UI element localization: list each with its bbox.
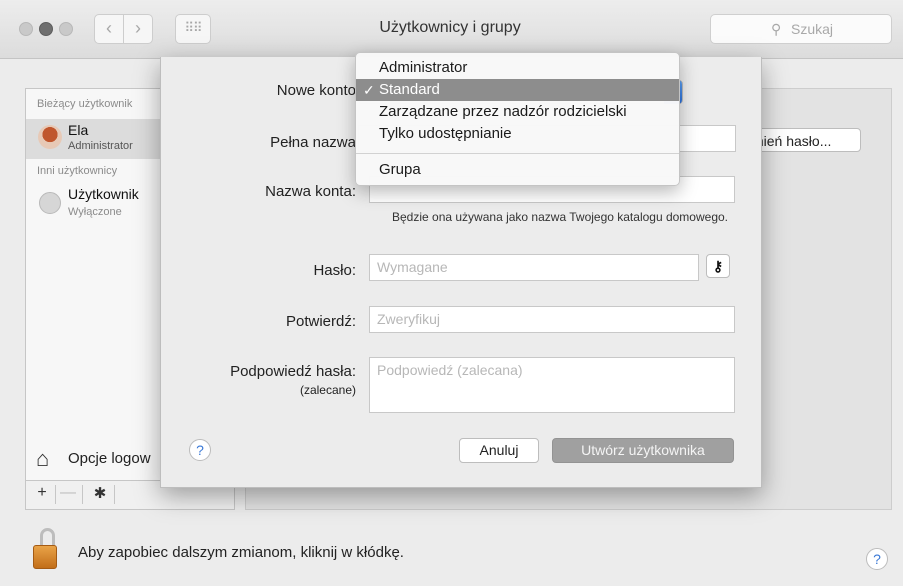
password-hint-sublabel: (zalecane) bbox=[299, 383, 356, 397]
user-role: Administrator bbox=[68, 140, 133, 152]
lock-body bbox=[33, 545, 57, 569]
menu-item-administrator[interactable]: Administrator bbox=[356, 57, 679, 79]
password-field[interactable]: Wymagane bbox=[369, 254, 699, 281]
account-type-menu: Administrator ✓ Standard Zarządzane prze… bbox=[355, 52, 680, 186]
password-placeholder: Wymagane bbox=[377, 259, 448, 275]
search-placeholder: Szukaj bbox=[791, 21, 834, 37]
verify-label: Potwierdź: bbox=[285, 313, 356, 330]
menu-item-label: Administrator bbox=[379, 59, 468, 76]
search-icon: ⚲ bbox=[771, 21, 782, 37]
search-input[interactable]: ⚲ Szukaj bbox=[710, 14, 892, 44]
password-hint-field[interactable]: Podpowiedź (zalecana) bbox=[369, 357, 735, 413]
menu-item-label: Zarządzane przez nadzór rodzicielski bbox=[379, 103, 627, 120]
password-hint-label: Podpowiedź hasła: bbox=[230, 363, 356, 380]
menu-item-label: Tylko udostępnianie bbox=[379, 125, 512, 142]
back-button[interactable]: ‹ bbox=[94, 14, 124, 44]
chevron-left-icon: ‹ bbox=[106, 18, 112, 38]
menu-item-label: Grupa bbox=[379, 161, 421, 178]
window-title: Użytkownicy i grupy bbox=[379, 19, 521, 36]
minimize-window-button[interactable] bbox=[39, 22, 53, 36]
user-silhouette-icon bbox=[39, 192, 61, 214]
verify-placeholder: Zweryfikuj bbox=[377, 311, 441, 327]
new-account-label: Nowe konto bbox=[276, 82, 356, 99]
help-button[interactable]: ? bbox=[866, 548, 888, 570]
menu-item-parental-controls[interactable]: Zarządzane przez nadzór rodzicielski bbox=[356, 101, 679, 123]
grid-icon: ⠿⠿ bbox=[184, 20, 202, 35]
zoom-window-button[interactable] bbox=[59, 22, 73, 36]
password-hint-placeholder: Podpowiedź (zalecana) bbox=[377, 362, 523, 378]
chevron-right-icon: › bbox=[135, 18, 141, 38]
close-window-button[interactable] bbox=[19, 22, 33, 36]
user-name: Ela bbox=[68, 122, 89, 138]
lock-message: Aby zapobiec dalszym zmianom, kliknij w … bbox=[78, 544, 404, 561]
divider bbox=[82, 485, 83, 504]
full-name-label: Pełna nazwa bbox=[270, 134, 356, 151]
cancel-button[interactable]: Anuluj bbox=[459, 438, 539, 463]
user-status: Wyłączone bbox=[68, 206, 122, 218]
account-name-label: Nazwa konta: bbox=[265, 183, 356, 200]
login-options-label: Opcje logow bbox=[68, 450, 151, 467]
menu-item-label: Standard bbox=[379, 81, 440, 98]
lock-icon[interactable] bbox=[33, 528, 57, 569]
divider bbox=[114, 485, 115, 504]
remove-user-button[interactable]: — bbox=[56, 484, 80, 504]
account-name-hint: Będzie ona używana jako nazwa Twojego ka… bbox=[392, 210, 728, 224]
menu-item-sharing-only[interactable]: Tylko udostępnianie bbox=[356, 123, 679, 145]
menu-divider bbox=[356, 153, 679, 154]
menu-item-standard[interactable]: ✓ Standard bbox=[356, 79, 679, 101]
current-users-heading: Bieżący użytkownik bbox=[37, 98, 133, 110]
house-icon: ⌂ bbox=[36, 446, 50, 471]
key-icon[interactable]: ⚷ bbox=[706, 254, 730, 278]
other-users-heading: Inni użytkownicy bbox=[37, 165, 118, 177]
password-label: Hasło: bbox=[313, 262, 356, 279]
add-user-button[interactable]: + bbox=[30, 484, 54, 504]
verify-field[interactable]: Zweryfikuj bbox=[369, 306, 735, 333]
checkmark-icon: ✓ bbox=[363, 82, 375, 98]
create-user-button[interactable]: Utwórz użytkownika bbox=[552, 438, 734, 463]
avatar bbox=[38, 125, 62, 149]
forward-button[interactable]: › bbox=[123, 14, 153, 44]
help-button[interactable]: ? bbox=[189, 439, 211, 461]
user-name: Użytkownik bbox=[68, 186, 139, 202]
menu-item-group[interactable]: Grupa bbox=[356, 159, 679, 181]
window-titlebar: ‹ › ⠿⠿ Użytkownicy i grupy ⚲ Szukaj bbox=[0, 0, 903, 59]
show-all-button[interactable]: ⠿⠿ bbox=[175, 14, 211, 44]
gear-icon[interactable]: ✱ bbox=[88, 484, 112, 504]
